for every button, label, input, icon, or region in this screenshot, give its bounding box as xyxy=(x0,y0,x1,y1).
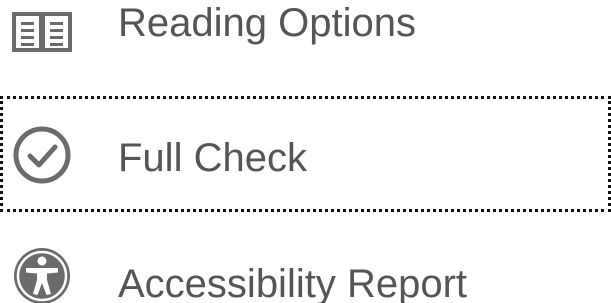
menu-item-label: Full Check xyxy=(118,136,307,180)
reading-options-icon xyxy=(10,8,74,72)
accessibility-menu: Reading Options Full Check Accessibility… xyxy=(0,0,611,303)
menu-item-full-check[interactable]: Full Check xyxy=(0,96,611,212)
menu-item-reading-options[interactable]: Reading Options xyxy=(0,0,611,90)
menu-item-label: Reading Options xyxy=(118,1,416,45)
accessibility-icon xyxy=(10,244,74,303)
check-circle-icon xyxy=(10,123,74,187)
menu-item-accessibility-report[interactable]: Accessibility Report xyxy=(0,222,611,303)
menu-item-label: Accessibility Report xyxy=(118,262,468,303)
